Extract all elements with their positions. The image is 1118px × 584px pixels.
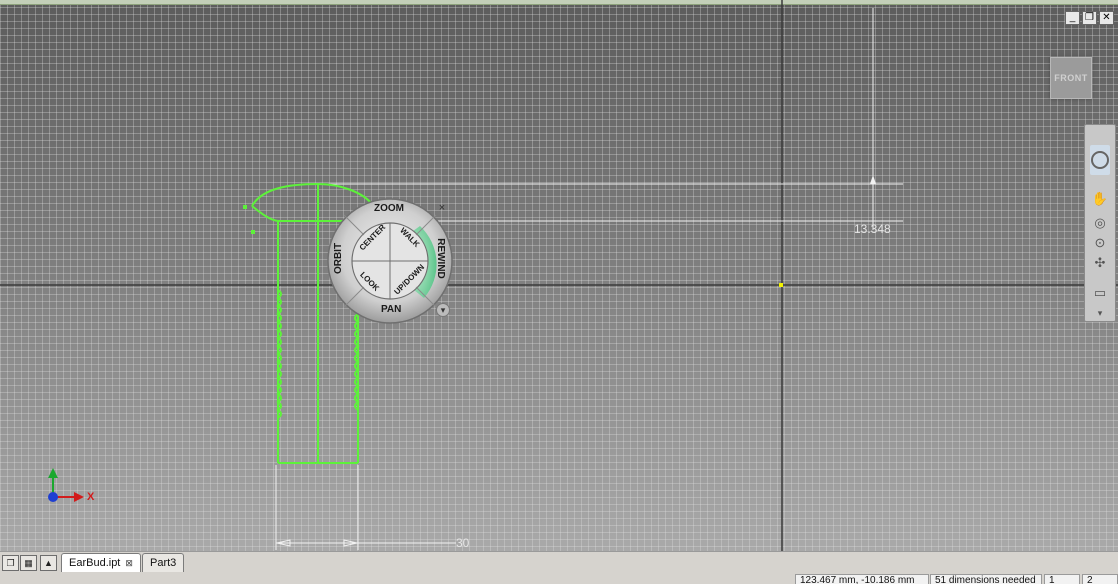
wheel-pan-button[interactable]: PAN: [381, 304, 401, 315]
cascade-windows-icon[interactable]: ❐: [2, 555, 19, 571]
full-navigation-wheel[interactable]: ZOOM PAN ORBIT REWIND CENTER WALK LOOK U…: [326, 197, 454, 325]
tab-part3[interactable]: Part3: [142, 553, 185, 572]
window-controls: _ ❐ ✕: [1065, 11, 1114, 25]
dimension-value-vertical[interactable]: 13.348: [854, 222, 891, 236]
close-window-button[interactable]: ✕: [1099, 11, 1114, 25]
document-tab-bar: ❐ ▦ ▲ EarBud.ipt ⊠ Part3: [0, 551, 1118, 574]
axis-x-label: X: [87, 491, 95, 503]
pan-hand-icon[interactable]: ✋: [1090, 191, 1110, 207]
restore-button[interactable]: ❐: [1082, 11, 1097, 25]
dimension-arrow: [870, 175, 876, 184]
tile-windows-icon[interactable]: ▦: [20, 555, 37, 571]
coordinate-triad: [48, 468, 84, 502]
dimension-value-horizontal[interactable]: 30: [456, 536, 469, 550]
sketch-canvas[interactable]: [0, 0, 1118, 551]
tab-list-icon[interactable]: ▲: [40, 555, 57, 571]
tab-label: EarBud.ipt: [69, 557, 121, 569]
graphics-viewport[interactable]: 13.348 30 X _ ❐ ✕ FRONT ✋ ◎ ⊙ ✣ ▭ ▾ ZOOM…: [0, 0, 1118, 551]
zoom-icon[interactable]: ◎: [1090, 215, 1110, 231]
wheel-zoom-button[interactable]: ZOOM: [374, 203, 404, 214]
status-field-2: 2: [1082, 574, 1118, 584]
orbit-icon[interactable]: ✣: [1090, 255, 1110, 271]
steering-wheel-icon[interactable]: [1090, 145, 1110, 175]
look-at-icon[interactable]: ▭: [1090, 285, 1110, 301]
wheel-rewind-button[interactable]: REWIND: [435, 238, 446, 279]
cursor-coordinates: 123.467 mm, -10.186 mm: [795, 574, 929, 584]
tab-close-icon[interactable]: ⊠: [125, 558, 133, 568]
wheel-close-icon[interactable]: ×: [436, 202, 448, 214]
dimensions-needed-status: 51 dimensions needed: [930, 574, 1042, 584]
sketch-point[interactable]: [251, 230, 255, 234]
sketch-point[interactable]: [243, 205, 247, 209]
tab-label: Part3: [150, 557, 177, 569]
viewcube[interactable]: FRONT: [1050, 57, 1092, 99]
tab-earbud-ipt[interactable]: EarBud.ipt ⊠: [61, 553, 141, 572]
status-field-1: 1: [1044, 574, 1080, 584]
minimize-button[interactable]: _: [1065, 11, 1080, 25]
cursor-point: [779, 283, 783, 287]
navbar-options-icon[interactable]: ▾: [1090, 305, 1110, 321]
wheel-orbit-button[interactable]: ORBIT: [333, 243, 344, 274]
navigation-bar: ✋ ◎ ⊙ ✣ ▭ ▾: [1084, 124, 1116, 322]
wheel-menu-icon[interactable]: ▾: [436, 303, 450, 317]
zoom-window-icon[interactable]: ⊙: [1090, 235, 1110, 251]
viewcube-front-face-label: FRONT: [1054, 73, 1088, 83]
status-bar: 123.467 mm, -10.186 mm 51 dimensions nee…: [0, 573, 1118, 584]
